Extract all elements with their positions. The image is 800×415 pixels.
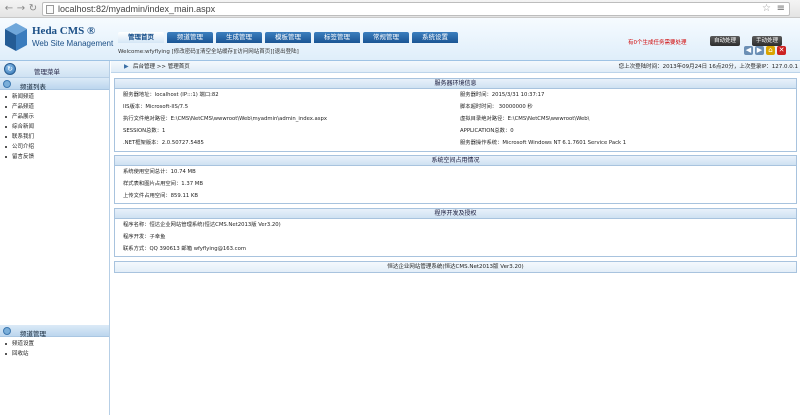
tab-general[interactable]: 常规管理 xyxy=(363,32,409,43)
channel-manage-list: 频道设置 回收站 xyxy=(0,337,109,359)
close-icon[interactable]: ✕ xyxy=(777,46,786,55)
info-row: 系统使用空间总计：10.74 MB xyxy=(115,166,796,178)
app-header: Heda CMS ® Web Site Management 管理首页 频道管理… xyxy=(0,18,800,61)
reload-icon[interactable]: ↻ xyxy=(27,3,39,15)
contact-info: 联系方式：QQ 390613 邮箱 wfyflying@163.com xyxy=(123,246,246,252)
info-row: .NET框架版本：2.0.50727.5485 服务器操作系统：Microsof… xyxy=(115,137,796,149)
info-row: 联系方式：QQ 390613 邮箱 wfyflying@163.com xyxy=(115,243,796,255)
info-row: 服务器地址：localhost (IP:::1) 端口:82 服务器时间：201… xyxy=(115,89,796,101)
breadcrumb-bar: ▶ 后台管理 >> 管理首页 您上次登陆时间：2013年09月24日 16点20… xyxy=(111,61,800,73)
disk-usage-section: 系统空间占用情况 系统使用空间总计：10.74 MB 样式表和图片占用空间：1.… xyxy=(114,155,797,204)
last-login-info: 您上次登陆时间：2013年09月24日 16点20分，上次登录IP：127.0.… xyxy=(618,64,798,70)
channel-manage-group: 频道管理 频道设置 回收站 xyxy=(0,325,109,359)
back-arrow-icon[interactable]: ← xyxy=(3,3,15,15)
back-icon[interactable]: ◀ xyxy=(744,46,753,55)
channel-list: 新闻频道 产品频道 产品展示 综合新闻 联系我们 公司介绍 留言反馈 xyxy=(0,90,109,162)
auto-process-button[interactable]: 自动处理 xyxy=(710,36,741,46)
group-channel-manage[interactable]: 频道管理 xyxy=(0,325,109,338)
sidebar-item-product-channel[interactable]: 产品频道 xyxy=(0,102,109,112)
tab-settings[interactable]: 系统设置 xyxy=(412,32,458,43)
browser-toolbar: ← → ↻ localhost:82/myadmin/index_main.as… xyxy=(0,0,800,18)
sidebar-item-contact[interactable]: 联系我们 xyxy=(0,132,109,142)
info-row: 程序名称：恒达企业网站管理系统(恒达CMS.Net2013版 Ver3.20) xyxy=(115,219,796,231)
sidebar-title: 管理菜单 xyxy=(34,68,60,76)
top-nav: 管理首页 频道管理 生成管理 模板管理 标签管理 常规管理 系统设置 xyxy=(118,32,461,43)
group-channel-list[interactable]: 频道列表 xyxy=(0,78,109,91)
sidebar: ↻ 管理菜单 频道列表 新闻频道 产品频道 产品展示 综合新闻 联系我们 公司介… xyxy=(0,61,110,415)
breadcrumb-arrow-icon: ▶ xyxy=(124,63,129,70)
section-title: 服务器环境信息 xyxy=(115,79,796,89)
home-icon[interactable]: ⌂ xyxy=(766,46,775,55)
group-title: 频道管理 xyxy=(20,330,46,338)
welcome-links[interactable]: Welcome:wfyflying [修改密码][清空全站缓存][访问网站首页]… xyxy=(118,47,299,55)
sidebar-header: ↻ 管理菜单 xyxy=(0,61,109,78)
group-icon xyxy=(3,80,11,88)
main-content: ▶ 后台管理 >> 管理首页 您上次登陆时间：2013年09月24日 16点20… xyxy=(111,61,800,415)
bookmark-star-icon[interactable]: ☆ xyxy=(762,3,771,15)
tab-tags[interactable]: 标签管理 xyxy=(314,32,360,43)
iis-version: IIS版本：Microsoft-IIS/7.5 xyxy=(123,104,189,110)
server-address: 服务器地址：localhost (IP:::1) 端口:82 xyxy=(123,92,219,98)
dotnet-version: .NET框架版本：2.0.50727.5485 xyxy=(123,140,204,146)
info-row: 上传文件占用空间：859.11 KB xyxy=(115,190,796,202)
upload-space: 上传文件占用空间：859.11 KB xyxy=(123,193,198,199)
info-row: SESSION总数：1 APPLICATION总数：0 xyxy=(115,125,796,137)
tab-templates[interactable]: 模板管理 xyxy=(265,32,311,43)
tasks-note: 有0个生成任务需要处理 xyxy=(628,40,687,46)
sidebar-item-about[interactable]: 公司介绍 xyxy=(0,142,109,152)
group-icon xyxy=(3,327,11,335)
info-row: 执行文件绝对路径：E:\CMS\NetCMS\wwwroot\Web\myadm… xyxy=(115,113,796,125)
program-name: 程序名称：恒达企业网站管理系统(恒达CMS.Net2013版 Ver3.20) xyxy=(123,222,281,228)
menu-toggle-icon[interactable]: ↻ xyxy=(4,63,16,75)
server-os: 服务器操作系统：Microsoft Windows NT 6.1.7601 Se… xyxy=(460,140,627,146)
sidebar-item-feedback[interactable]: 留言反馈 xyxy=(0,152,109,162)
sidebar-item-product-display[interactable]: 产品展示 xyxy=(0,112,109,122)
style-image-space: 样式表和图片占用空间：1.37 MB xyxy=(123,181,203,187)
logo-title: Heda CMS ® xyxy=(32,25,96,37)
manual-process-button[interactable]: 手动处理 xyxy=(752,36,783,46)
info-row: IIS版本：Microsoft-IIS/7.5 脚本超时时间： 30000000… xyxy=(115,101,796,113)
forward-icon[interactable]: ▶ xyxy=(755,46,764,55)
browser-menu-icon[interactable]: ≡ xyxy=(777,3,785,15)
forward-arrow-icon[interactable]: → xyxy=(15,3,27,15)
server-time: 服务器时间：2015/3/31 10:37:17 xyxy=(460,92,545,98)
section-title: 程序开发及授权 xyxy=(115,209,796,219)
sidebar-item-general-news[interactable]: 综合新闻 xyxy=(0,122,109,132)
section-title: 系统空间占用情况 xyxy=(115,156,796,166)
application-count: APPLICATION总数：0 xyxy=(460,128,514,134)
script-timeout: 脚本超时时间： 30000000 秒 xyxy=(460,104,533,110)
group-title: 频道列表 xyxy=(20,83,46,91)
sidebar-item-channel-settings[interactable]: 频道设置 xyxy=(0,339,109,349)
tab-generate[interactable]: 生成管理 xyxy=(216,32,262,43)
tab-home[interactable]: 管理首页 xyxy=(118,32,164,43)
breadcrumb: 后台管理 >> 管理首页 xyxy=(133,64,190,70)
total-space: 系统使用空间总计：10.74 MB xyxy=(123,169,196,175)
sidebar-item-news-channel[interactable]: 新闻频道 xyxy=(0,92,109,102)
header-tools: ◀ ▶ ⌂ ✕ xyxy=(744,46,786,55)
logo-subtitle: Web Site Management xyxy=(32,39,114,48)
exec-file-path: 执行文件绝对路径：E:\CMS\NetCMS\wwwroot\Web\myadm… xyxy=(123,116,328,122)
address-url[interactable]: localhost:82/myadmin/index_main.aspx xyxy=(58,4,215,15)
logo-cube-icon xyxy=(5,23,27,51)
page-icon xyxy=(46,5,54,14)
info-row: 样式表和图片占用空间：1.37 MB xyxy=(115,178,796,190)
footer-copyright: 恒达企业网站管理系统(恒达CMS.Net2013版 Ver3.20) xyxy=(114,261,797,273)
session-count: SESSION总数：1 xyxy=(123,128,166,134)
sidebar-item-recycle-bin[interactable]: 回收站 xyxy=(0,349,109,359)
program-info-section: 程序开发及授权 程序名称：恒达企业网站管理系统(恒达CMS.Net2013版 V… xyxy=(114,208,797,257)
address-bar[interactable]: localhost:82/myadmin/index_main.aspx ☆ ≡ xyxy=(42,2,790,16)
info-row: 程序开发：子幸鱼 xyxy=(115,231,796,243)
server-info-section: 服务器环境信息 服务器地址：localhost (IP:::1) 端口:82 服… xyxy=(114,78,797,152)
developer: 程序开发：子幸鱼 xyxy=(123,234,166,240)
virtual-dir-path: 虚拟目录绝对路径：E:\CMS\NetCMS\wwwroot\Web\ xyxy=(460,116,590,122)
tab-channels[interactable]: 频道管理 xyxy=(167,32,213,43)
